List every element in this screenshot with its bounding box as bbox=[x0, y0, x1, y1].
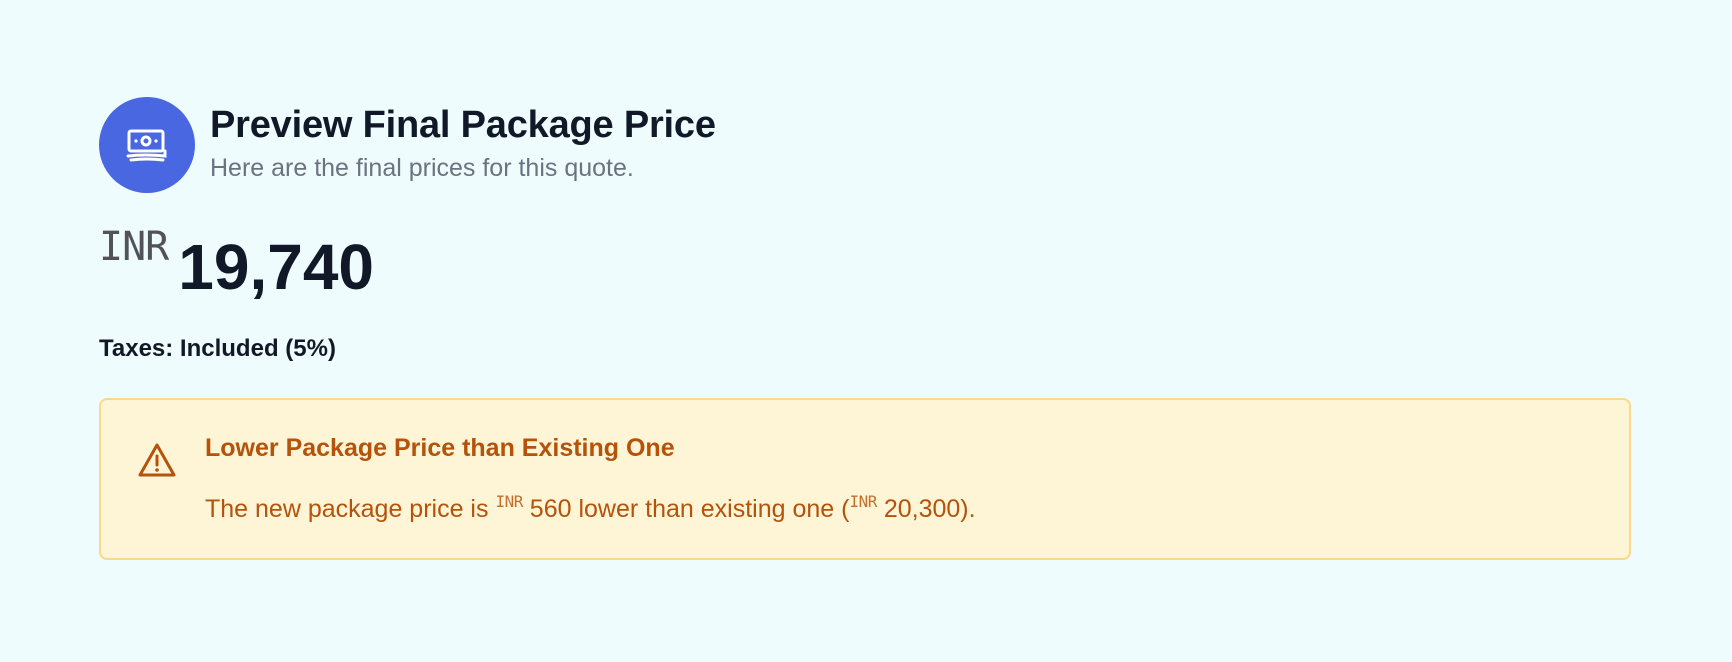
money-icon-badge bbox=[99, 97, 195, 193]
price-preview-panel: Preview Final Package Price Here are the… bbox=[99, 97, 1634, 560]
warning-icon bbox=[138, 443, 176, 477]
difference-amount: 560 lower than existing one ( bbox=[529, 495, 850, 523]
warning-message-prefix: The new package price is bbox=[205, 495, 489, 523]
existing-currency: INR bbox=[849, 492, 877, 511]
header-text: Preview Final Package Price Here are the… bbox=[210, 102, 716, 185]
taxes-label: Taxes: Included (5%) bbox=[99, 335, 336, 362]
difference-currency: INR bbox=[495, 492, 523, 511]
header: Preview Final Package Price Here are the… bbox=[99, 97, 1634, 193]
money-icon bbox=[126, 129, 167, 162]
lower-price-warning: Lower Package Price than Existing One Th… bbox=[99, 398, 1631, 560]
existing-amount: 20,300). bbox=[883, 495, 976, 523]
price-amount: 19,740 bbox=[178, 231, 374, 303]
final-price: INR 19,740 bbox=[99, 221, 1634, 303]
page-subtitle: Here are the final prices for this quote… bbox=[210, 153, 634, 182]
warning-title: Lower Package Price than Existing One bbox=[205, 434, 675, 462]
page-title: Preview Final Package Price bbox=[210, 103, 716, 146]
price-currency: INR bbox=[99, 224, 169, 270]
warning-message: The new package price is INR 560 lower t… bbox=[205, 492, 976, 524]
